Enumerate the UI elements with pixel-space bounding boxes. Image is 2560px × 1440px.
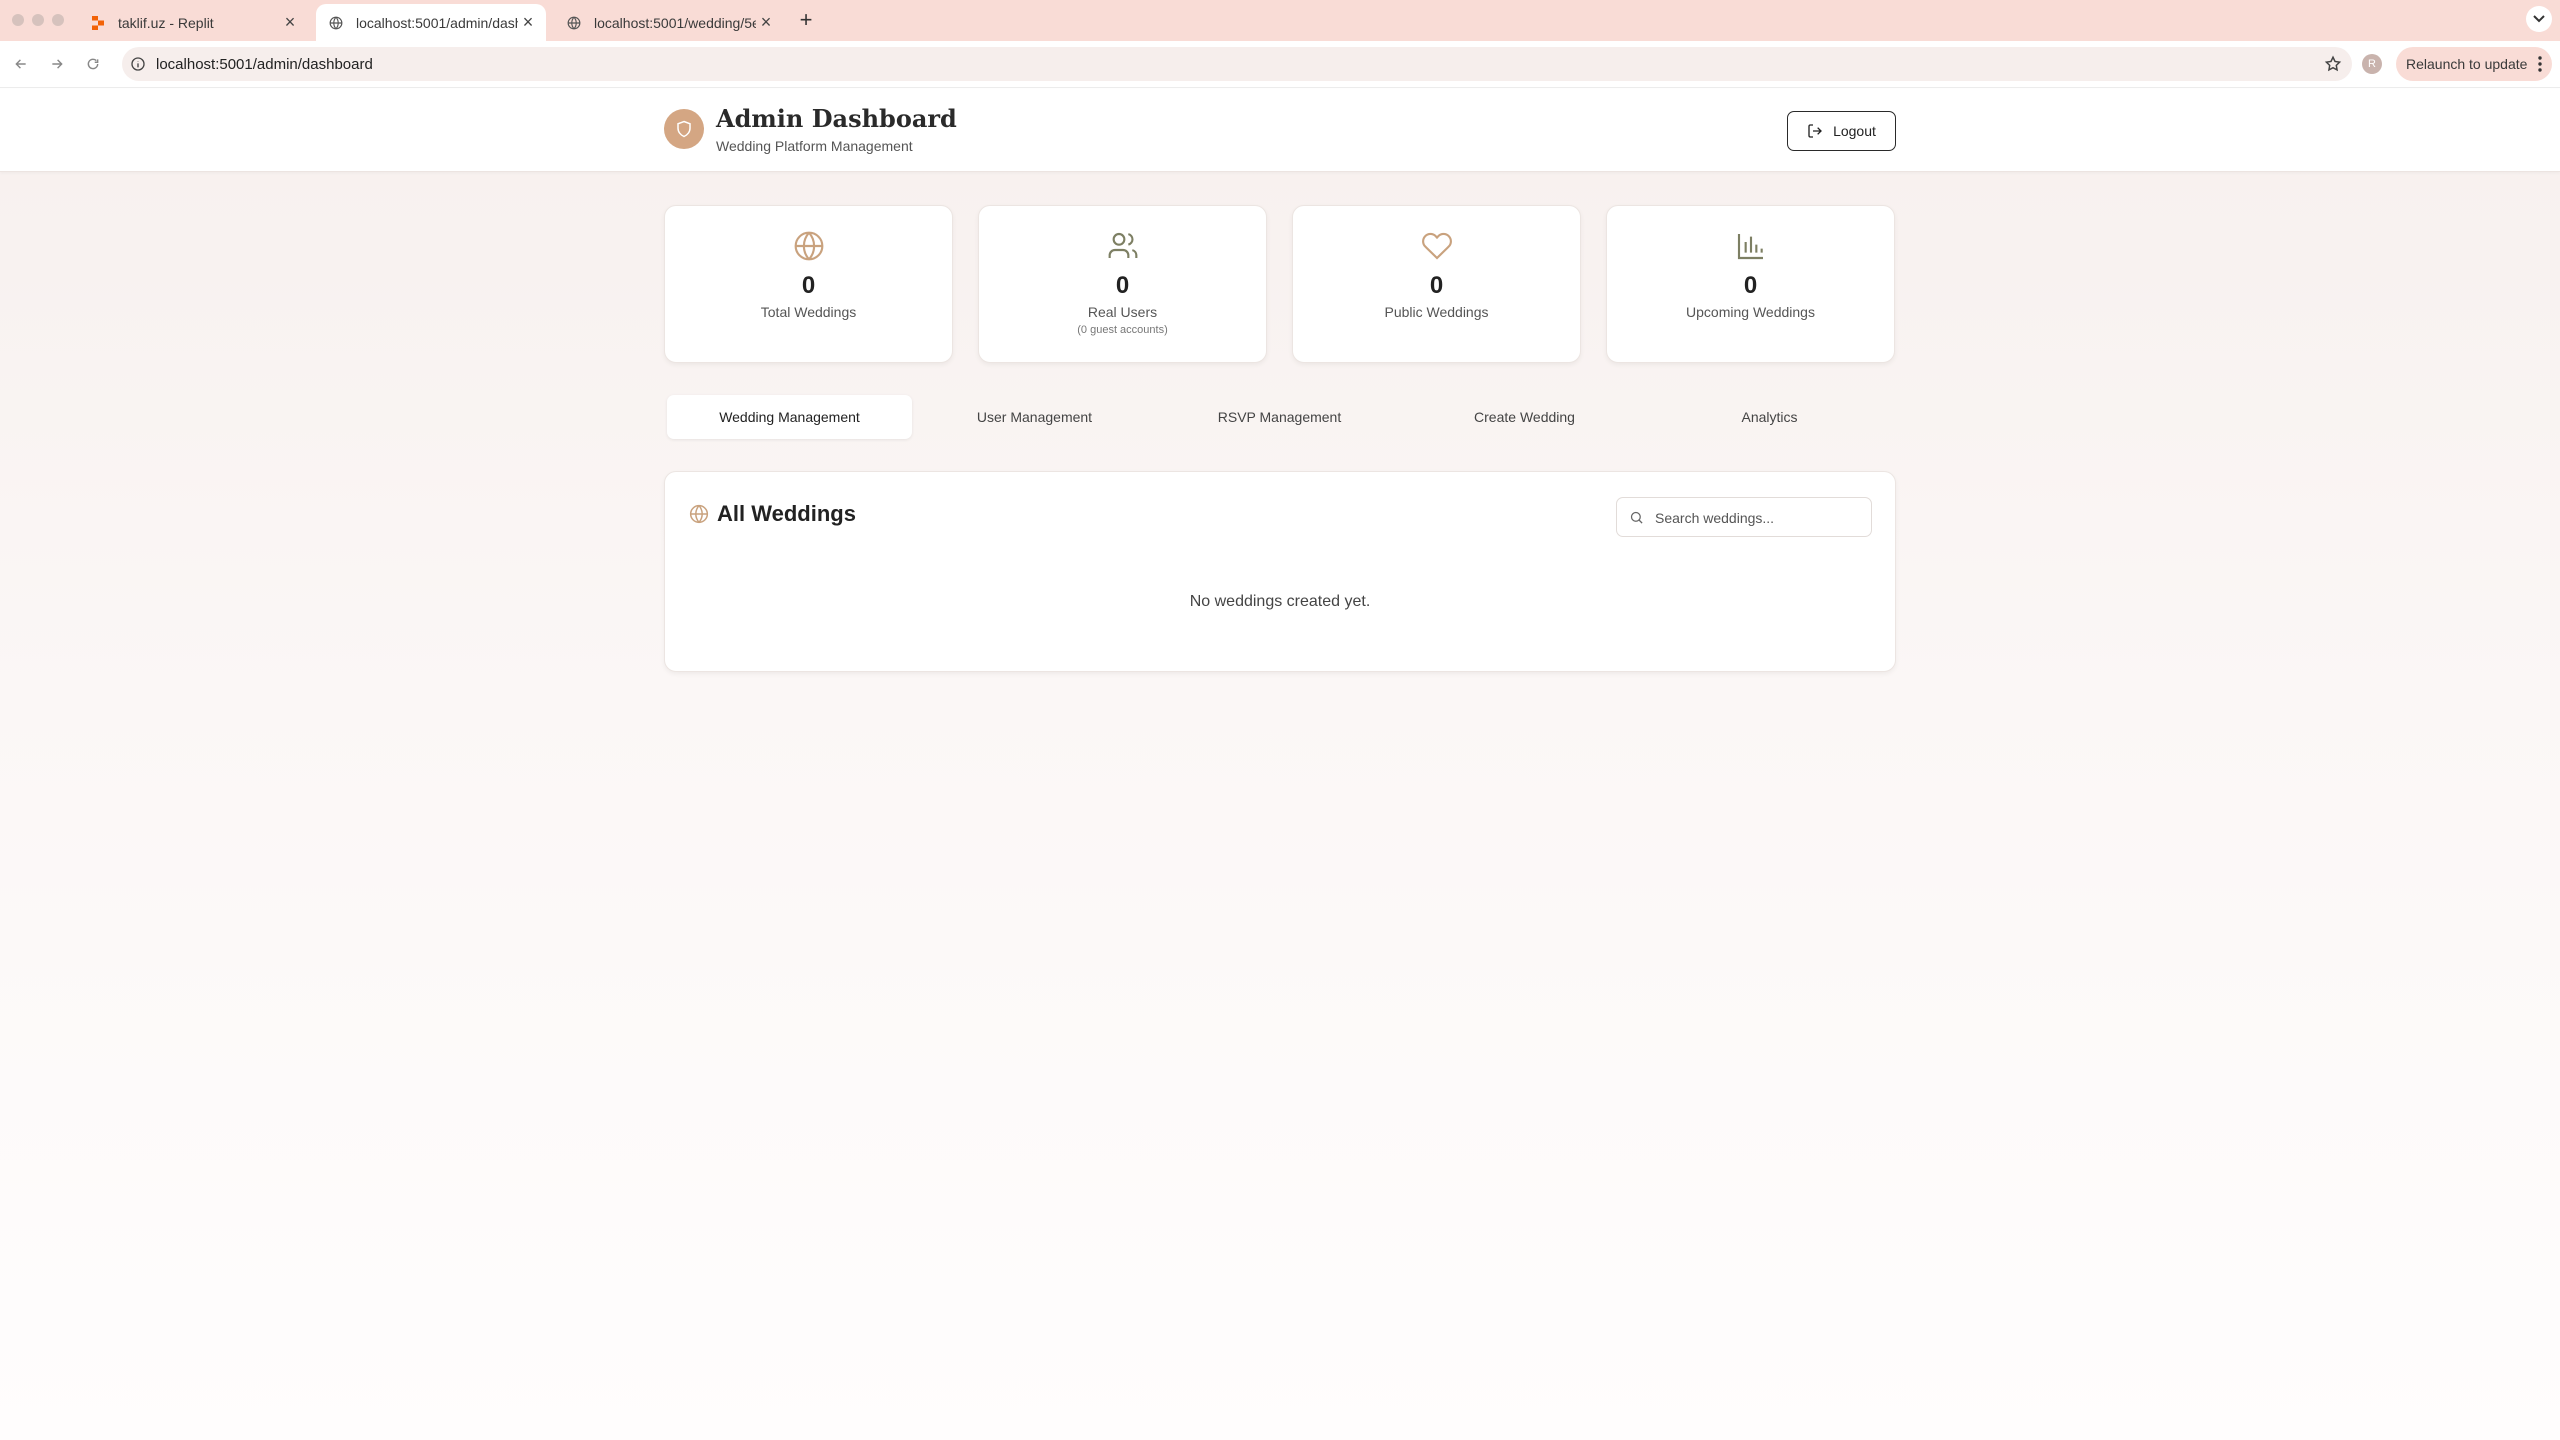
empty-state-message: No weddings created yet. bbox=[1189, 593, 1371, 610]
relaunch-update-button[interactable]: Relaunch to update bbox=[2396, 47, 2552, 81]
search-weddings-field[interactable] bbox=[1616, 497, 1872, 537]
tab-wedding-management[interactable]: Wedding Management bbox=[667, 395, 912, 439]
stat-label: Public Weddings bbox=[1384, 304, 1489, 320]
logout-label: Logout bbox=[1833, 123, 1876, 139]
stat-value: 0 bbox=[801, 272, 816, 299]
globe-icon bbox=[328, 15, 344, 31]
window-zoom-control[interactable] bbox=[52, 14, 64, 26]
stat-label: Upcoming Weddings bbox=[1686, 304, 1815, 320]
window-close-control[interactable] bbox=[12, 14, 24, 26]
logout-icon bbox=[1808, 124, 1823, 138]
forward-arrow-icon[interactable] bbox=[46, 53, 68, 75]
tab-close-icon[interactable]: × bbox=[518, 12, 538, 33]
search-input[interactable] bbox=[1655, 507, 1860, 529]
users-icon bbox=[979, 230, 1266, 262]
globe-icon bbox=[665, 230, 952, 262]
all-weddings-panel: All Weddings No weddings created yet. bbox=[664, 471, 1896, 672]
stat-card-real-users: 0 Real Users (0 guest accounts) bbox=[978, 205, 1267, 363]
stat-value: 0 bbox=[1115, 272, 1130, 299]
url-text: localhost:5001/admin/dashboard bbox=[156, 56, 373, 73]
tab-user-management[interactable]: User Management bbox=[912, 395, 1157, 439]
tab-search-chevron-icon[interactable] bbox=[2526, 6, 2552, 32]
admin-tabs: Wedding Management User Management RSVP … bbox=[664, 395, 1896, 439]
bookmark-star-icon[interactable] bbox=[2324, 55, 2342, 78]
reload-icon[interactable] bbox=[82, 53, 104, 75]
tab-rsvp-management[interactable]: RSVP Management bbox=[1157, 395, 1402, 439]
tab-close-icon[interactable]: × bbox=[280, 12, 300, 33]
tab-close-icon[interactable]: × bbox=[756, 12, 776, 33]
tab-title: localhost:5001/admin/dashbo bbox=[356, 14, 518, 31]
relaunch-label: Relaunch to update bbox=[2406, 56, 2528, 72]
browser-tab-admin-dashboard[interactable]: localhost:5001/admin/dashbo × bbox=[316, 4, 546, 41]
browser-tab-wedding[interactable]: localhost:5001/wedding/5ej7 × bbox=[554, 4, 784, 41]
search-icon bbox=[1629, 510, 1644, 530]
tab-create-wedding[interactable]: Create Wedding bbox=[1402, 395, 1647, 439]
logout-button[interactable]: Logout bbox=[1787, 111, 1896, 151]
stat-card-total-weddings: 0 Total Weddings bbox=[664, 205, 953, 363]
profile-avatar[interactable]: R bbox=[2362, 54, 2382, 74]
more-vertical-icon[interactable] bbox=[2538, 56, 2542, 75]
tab-analytics[interactable]: Analytics bbox=[1647, 395, 1892, 439]
globe-icon bbox=[566, 15, 582, 31]
page-content: Admin Dashboard Wedding Platform Managem… bbox=[0, 89, 2560, 1440]
page-subtitle: Wedding Platform Management bbox=[716, 138, 913, 154]
new-tab-plus-icon[interactable]: + bbox=[795, 9, 817, 31]
stat-value: 0 bbox=[1429, 272, 1444, 299]
back-arrow-icon[interactable] bbox=[10, 53, 32, 75]
tab-title: taklif.uz - Replit bbox=[118, 14, 214, 31]
replit-icon bbox=[90, 15, 106, 31]
stat-card-upcoming-weddings: 0 Upcoming Weddings bbox=[1606, 205, 1895, 363]
stat-label: Real Users bbox=[1087, 304, 1158, 320]
globe-icon bbox=[689, 504, 709, 529]
panel-title: All Weddings bbox=[717, 501, 856, 526]
address-bar[interactable]: localhost:5001/admin/dashboard bbox=[122, 47, 2352, 81]
browser-tab-replit[interactable]: taklif.uz - Replit × bbox=[78, 4, 308, 41]
browser-toolbar: localhost:5001/admin/dashboard R Relaunc… bbox=[0, 41, 2560, 88]
site-info-icon[interactable] bbox=[130, 56, 146, 77]
bar-chart-icon bbox=[1607, 230, 1894, 262]
stat-note: (0 guest accounts) bbox=[1077, 324, 1168, 336]
stat-card-public-weddings: 0 Public Weddings bbox=[1292, 205, 1581, 363]
shield-icon bbox=[664, 109, 704, 149]
stat-value: 0 bbox=[1743, 272, 1758, 299]
heart-icon bbox=[1293, 230, 1580, 262]
page-title: Admin Dashboard bbox=[716, 104, 957, 133]
browser-tab-bar: taklif.uz - Replit × localhost:5001/admi… bbox=[0, 0, 2560, 41]
window-minimize-control[interactable] bbox=[32, 14, 44, 26]
admin-header: Admin Dashboard Wedding Platform Managem… bbox=[0, 89, 2560, 172]
stat-label: Total Weddings bbox=[760, 304, 857, 320]
tab-title: localhost:5001/wedding/5ej7 bbox=[594, 14, 756, 31]
